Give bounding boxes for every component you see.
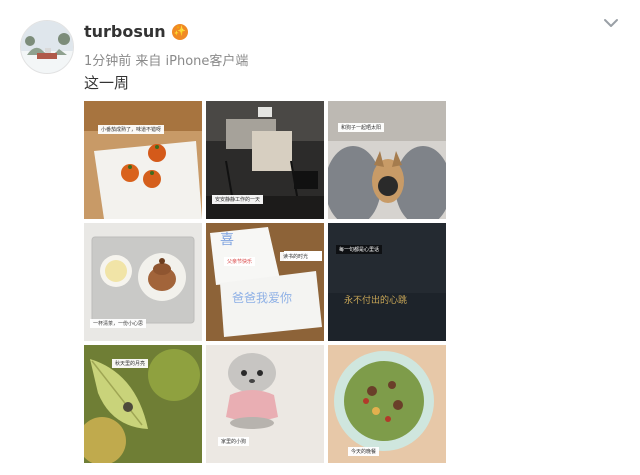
photo-caption: 一杯清茶，一份小心思 (90, 319, 147, 328)
avatar[interactable] (20, 20, 74, 74)
photo-dinner[interactable]: 今天的晚餐 (328, 345, 446, 463)
photo-tomatoes[interactable]: 小番茄成熟了，味道不错呀 (84, 101, 202, 219)
photo-tea[interactable]: 一杯清茶，一份小心思 (84, 223, 202, 341)
tomatoes-image (84, 101, 202, 219)
card-heading: 喜 (220, 232, 234, 248)
post-meta: 1分钟前 来自 iPhone客户端 (84, 54, 249, 69)
card-small-text: 父亲节快乐 (224, 257, 256, 266)
photo-caption: 安安静静工作的一天 (212, 195, 264, 204)
photo-studio[interactable]: 安安静静工作的一天 (206, 101, 324, 219)
card-big-text: 爸爸我爱你 (232, 291, 293, 305)
photo-dog-drawing[interactable]: 家里的小狗 (206, 345, 324, 463)
photo-caption: 今天的晚餐 (348, 447, 380, 456)
photo-caption: 和狗子一起晒太阳 (338, 123, 385, 132)
username-text[interactable]: turbosun (84, 22, 166, 41)
dark-wall-image (328, 223, 446, 341)
photo-dark-wall[interactable]: 每一句都是心里话 永不付出的心跳 (328, 223, 446, 341)
photo-grid: 小番茄成熟了，味道不错呀 安安静静工作的一天 和狗子一起晒太阳 一杯清茶，一份小… (84, 101, 446, 463)
photo-caption: 小番茄成熟了，味道不错呀 (98, 125, 165, 134)
post-text: 这一周 (84, 74, 130, 92)
wall-gold-text: 永不付出的心跳 (344, 296, 408, 306)
photo-leaf[interactable]: 秋天里的月亮 (84, 345, 202, 463)
username[interactable]: turbosun ✨ (84, 22, 188, 41)
vip-badge-icon: ✨ (171, 23, 188, 40)
avatar-landscape-icon (21, 21, 73, 73)
photo-caption: 每一句都是心里话 (336, 245, 383, 254)
photo-dog-knees[interactable]: 和狗子一起晒太阳 (328, 101, 446, 219)
photo-caption: 家里的小狗 (218, 437, 250, 446)
dinner-image (328, 345, 446, 463)
photo-cards[interactable]: 喜 父亲节快乐 读书的时光 爸爸我爱你 (206, 223, 324, 341)
chevron-down-icon[interactable] (602, 14, 620, 32)
dog-knees-image (328, 101, 446, 219)
photo-caption: 秋天里的月亮 (112, 359, 149, 368)
card-side-note: 读书的时光 (280, 252, 312, 261)
